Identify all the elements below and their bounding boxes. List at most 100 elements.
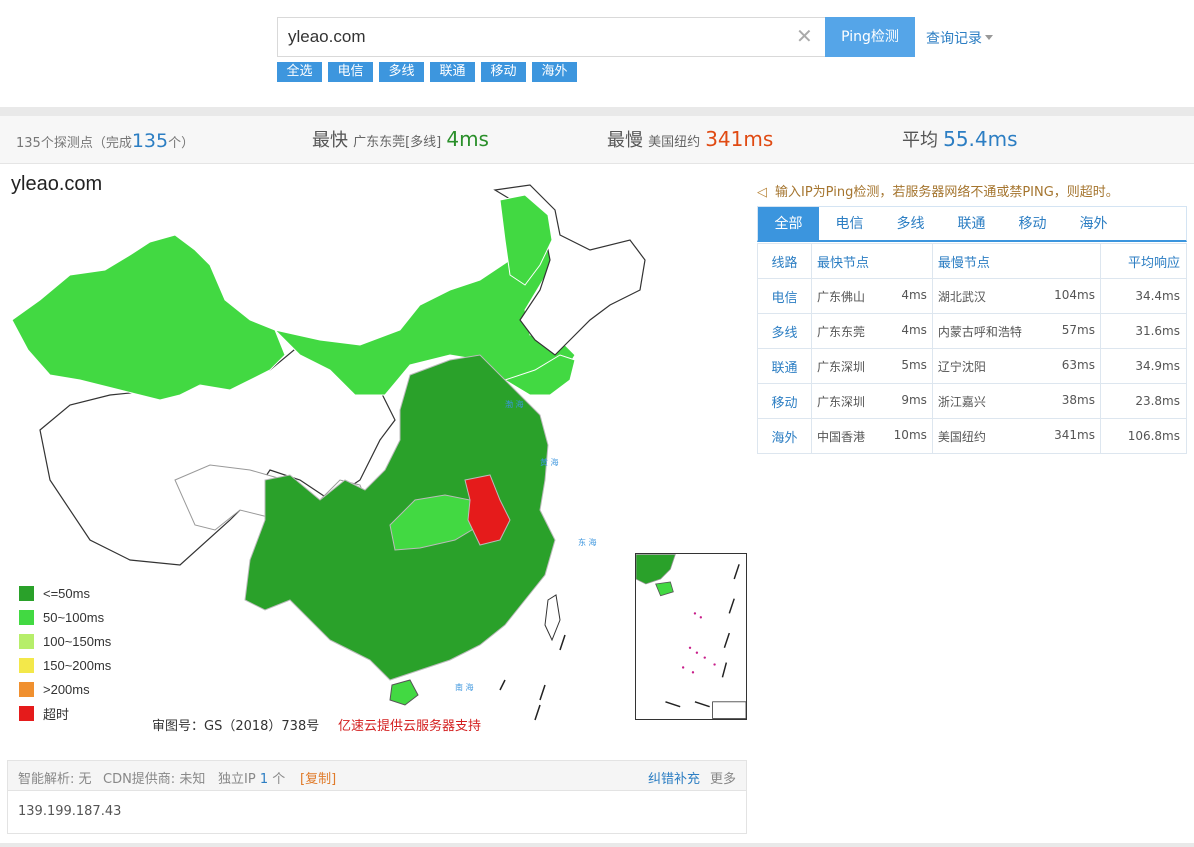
slowest-node: 美国纽约 [648,135,701,150]
filter-telecom[interactable]: 电信 [328,62,373,82]
region-xinjiang [11,234,286,401]
row-fastest: 广东佛山 4ms [811,278,933,314]
average-summary: 平均 55.4ms [902,126,1018,152]
row-line[interactable]: 海外 [757,418,812,454]
dns-info-box: 智能解析: 无 CDN提供商: 未知 独立IP 1 个 [复制] 纠错补充 更多… [7,760,747,834]
average-value: 55.4ms [943,127,1018,151]
slowest-label: 最慢 [607,130,643,151]
slow-ms: 341ms [1054,427,1095,442]
ip-address: 139.199.187.43 [18,804,122,819]
history-dropdown[interactable]: 查询记录 [926,28,993,48]
row-line[interactable]: 多线 [757,313,812,349]
row-average: 106.8ms [1100,418,1187,454]
row-average: 34.9ms [1100,348,1187,384]
sea-boundary [499,634,566,721]
tab-all[interactable]: 全部 [758,207,819,241]
table-row: 多线 广东东莞 4ms 内蒙古呼和浩特 57ms 31.6ms [757,313,1187,349]
legend-item: 150~200ms [19,653,111,677]
inset-coast [636,554,676,585]
slow-node: 浙江嘉兴 [937,394,986,409]
summary-bar: 135个探测点（完成135个） 最快 广东东莞[多线] 4ms 最慢 美国纽约 … [0,116,1194,164]
fastest-node: 广东东莞[多线] [353,135,442,150]
probe-prefix: 135个探测点（完成 [16,136,132,151]
ip-count: 1 [259,772,269,787]
svg-text:渤 海: 渤 海 [505,399,524,409]
copy-button[interactable]: [复制] [300,768,336,787]
tab-mobile[interactable]: 移动 [1002,207,1063,241]
fast-ms: 5ms [901,357,927,372]
map-legend: <=50ms 50~100ms 100~150ms 150~200ms >200… [19,581,111,725]
svg-text:黄 海: 黄 海 [540,457,559,467]
row-fastest: 广东深圳 5ms [811,348,933,384]
legend-swatch [19,633,34,649]
search-input[interactable] [277,17,826,57]
row-slowest: 湖北武汉 104ms [931,278,1102,314]
sponsor-link[interactable]: 亿速云提供云服务器支持 [338,715,481,734]
inset-dashes [665,564,740,708]
fast-node: 中国香港 [817,429,866,444]
fast-node: 广东佛山 [817,289,866,304]
legend-swatch [19,609,34,625]
speaker-icon: ◁ [757,185,767,200]
filter-overseas[interactable]: 海外 [532,62,577,82]
probe-suffix: 个） [168,136,195,151]
tab-overseas[interactable]: 海外 [1063,207,1124,241]
divider [0,107,1194,116]
filter-mobile[interactable]: 移动 [481,62,526,82]
row-line[interactable]: 移动 [757,383,812,419]
bottom-divider [0,843,1194,847]
average-label: 平均 [902,130,938,151]
filter-all[interactable]: 全选 [277,62,322,82]
row-slowest: 浙江嘉兴 38ms [931,383,1102,419]
table-header-row: 线路 最快节点 最慢节点 平均响应 [757,243,1187,279]
line-tabs: 全部 电信 多线 联通 移动 海外 [757,206,1187,242]
slow-node: 内蒙古呼和浩特 [937,324,1022,339]
svg-text:南 海: 南 海 [455,682,474,692]
probe-done: 135 [131,130,169,152]
table-row: 电信 广东佛山 4ms 湖北武汉 104ms 34.4ms [757,278,1187,314]
line-stats-table: 线路 最快节点 最慢节点 平均响应 电信 广东佛山 4ms 湖北武汉 104ms 3… [757,243,1187,454]
correct-link[interactable]: 纠错补充 [648,768,700,787]
tab-multiline[interactable]: 多线 [880,207,941,241]
fast-ms: 9ms [901,392,927,407]
filter-unicom[interactable]: 联通 [430,62,475,82]
fast-ms: 4ms [901,287,927,302]
fast-ms: 10ms [893,427,927,442]
slowest-value: 341ms [705,127,774,151]
filter-multiline[interactable]: 多线 [379,62,424,82]
slow-node: 美国纽约 [937,429,986,444]
ip-label: 独立IP 1 个 [218,768,285,787]
row-average: 31.6ms [1100,313,1187,349]
header-slowest: 最慢节点 [931,243,1102,279]
row-fastest: 广东深圳 9ms [811,383,933,419]
row-line[interactable]: 电信 [757,278,812,314]
legend-label: 100~150ms [43,633,112,649]
row-slowest: 内蒙古呼和浩特 57ms [931,313,1102,349]
row-average: 34.4ms [1100,278,1187,314]
fastest-value: 4ms [446,127,489,151]
legend-item: 50~100ms [19,605,111,629]
row-line[interactable]: 联通 [757,348,812,384]
chevron-down-icon [985,35,993,40]
ip-unit: 个 [272,772,286,787]
info-header: 智能解析: 无 CDN提供商: 未知 独立IP 1 个 [复制] 纠错补充 更多 [8,761,746,791]
legend-label: 50~100ms [43,609,105,625]
tab-telecom[interactable]: 电信 [819,207,880,241]
ping-button[interactable]: Ping检测 [825,17,915,57]
region-hainan [389,679,419,706]
search-bar: ✕ Ping检测 [277,17,915,57]
clear-icon[interactable]: ✕ [796,25,813,47]
legend-label: <=50ms [43,585,90,601]
fast-node: 广东深圳 [817,359,866,374]
slowest-summary: 最慢 美国纽约 341ms [607,126,773,152]
table-row: 联通 广东深圳 5ms 辽宁沈阳 63ms 34.9ms [757,348,1187,384]
map-approval-number: 审图号：GS（2018）738号 [152,719,320,734]
legend-label: 超时 [43,706,70,722]
history-label: 查询记录 [926,31,982,47]
cdn-label: CDN提供商: 未知 [103,772,206,787]
legend-swatch [19,681,34,697]
slow-ms: 57ms [1061,322,1095,337]
more-link[interactable]: 更多 [710,768,736,787]
fastest-label: 最快 [312,130,348,151]
tab-unicom[interactable]: 联通 [941,207,1002,241]
